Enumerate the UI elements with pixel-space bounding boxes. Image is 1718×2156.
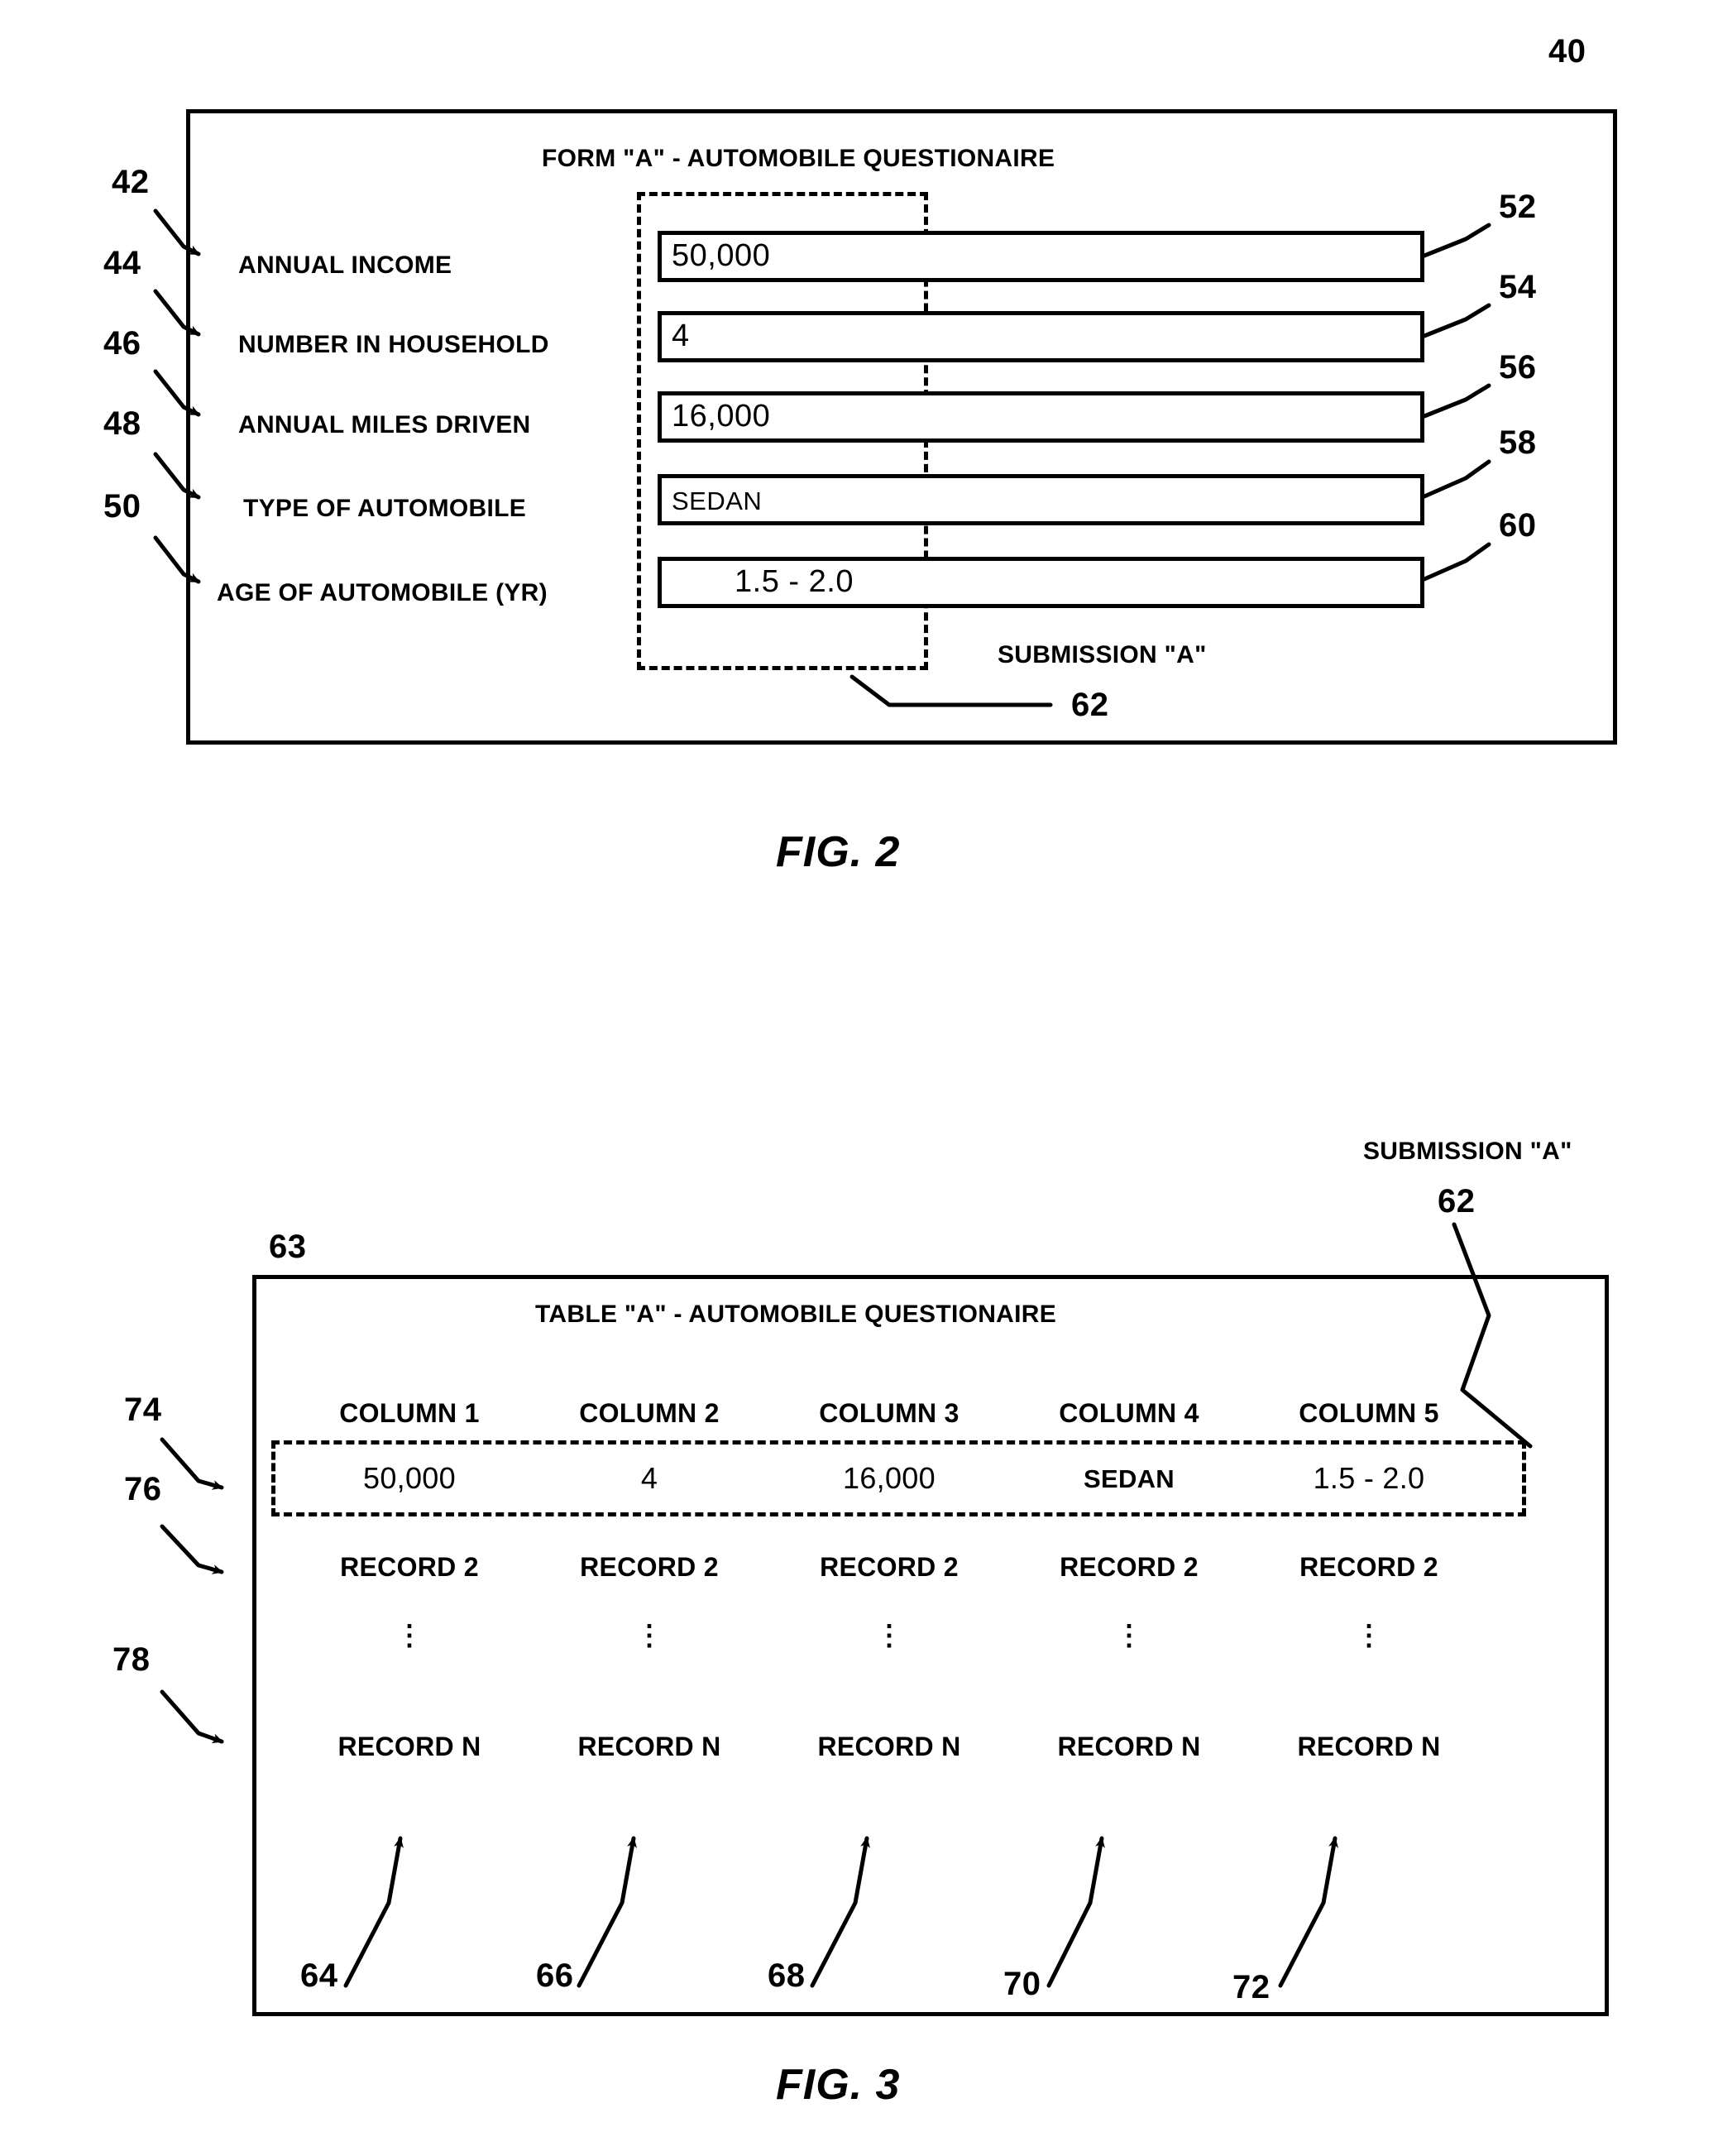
leader-78 — [160, 1689, 224, 1744]
table-ellipsis: ⋮ — [395, 1620, 424, 1651]
patent-figure-sheet: 40 FORM "A" - AUTOMOBILE QUESTIONAIRE AN… — [0, 0, 1718, 2156]
table-cell: 4 — [640, 1461, 658, 1495]
table-cell: RECORD 2 — [1299, 1552, 1438, 1582]
reference-numeral-52: 52 — [1499, 189, 1537, 225]
table-cell: RECORD N — [817, 1732, 961, 1761]
reference-numeral-48: 48 — [103, 405, 141, 442]
figure-3-caption: FIG. 3 — [776, 2061, 901, 2109]
table-cell: 1.5 - 2.0 — [1313, 1461, 1425, 1495]
reference-numeral-64: 64 — [300, 1957, 338, 1994]
leader-76 — [160, 1524, 224, 1574]
table-column-header: COLUMN 3 — [819, 1398, 959, 1428]
form-field-value-type-of-automobile: SEDAN — [672, 486, 763, 515]
table-cell: SEDAN — [1083, 1464, 1175, 1493]
reference-numeral-78: 78 — [112, 1641, 151, 1678]
form-field-value-annual-miles-driven: 16,000 — [672, 399, 771, 434]
fig3-submission-label: SUBMISSION "A" — [1363, 1138, 1572, 1165]
reference-numeral-50: 50 — [103, 488, 141, 525]
form-row-label-annual-miles-driven: ANNUAL MILES DRIVEN — [238, 411, 531, 438]
table-column-header: COLUMN 1 — [339, 1398, 480, 1428]
table-cell: RECORD N — [337, 1732, 481, 1761]
form-row-label-type-of-automobile: TYPE OF AUTOMOBILE — [243, 495, 527, 522]
reference-numeral-44: 44 — [103, 245, 141, 281]
form-row-label-age-of-automobile: AGE OF AUTOMOBILE (YR) — [217, 579, 548, 606]
reference-numeral-60: 60 — [1499, 507, 1537, 544]
reference-numeral-46: 46 — [103, 325, 141, 362]
fig2-reference-numeral-62: 62 — [1071, 687, 1109, 723]
reference-numeral-58: 58 — [1499, 424, 1537, 461]
table-ellipsis: ⋮ — [1115, 1620, 1143, 1651]
reference-numeral-68: 68 — [768, 1957, 806, 1994]
table-title: TABLE "A" - AUTOMOBILE QUESTIONAIRE — [535, 1301, 1057, 1328]
table-cell: 50,000 — [363, 1461, 456, 1495]
form-field-annual-miles-driven[interactable] — [658, 391, 1424, 443]
form-row-label-annual-income: ANNUAL INCOME — [238, 252, 452, 279]
table-cell: 16,000 — [843, 1461, 936, 1495]
figure-2-caption: FIG. 2 — [776, 828, 901, 876]
reference-numeral-70: 70 — [1003, 1966, 1041, 2002]
table-cell: RECORD 2 — [820, 1552, 959, 1582]
form-field-value-annual-income: 50,000 — [672, 238, 771, 273]
table-column-header: COLUMN 5 — [1299, 1398, 1439, 1428]
table-ellipsis: ⋮ — [635, 1620, 663, 1651]
fig2-submission-label: SUBMISSION "A" — [998, 641, 1207, 668]
table-ellipsis: ⋮ — [1355, 1620, 1383, 1651]
reference-numeral-56: 56 — [1499, 349, 1537, 386]
table-ellipsis: ⋮ — [875, 1620, 903, 1651]
form-field-annual-income[interactable] — [658, 231, 1424, 282]
reference-numeral-72: 72 — [1232, 1969, 1271, 2005]
form-row-label-number-in-household: NUMBER IN HOUSEHOLD — [238, 331, 549, 358]
form-field-value-age-of-automobile: 1.5 - 2.0 — [735, 564, 854, 599]
fig3-reference-numeral-62: 62 — [1438, 1183, 1476, 1219]
form-field-type-of-automobile[interactable] — [658, 474, 1424, 525]
reference-numeral-74: 74 — [124, 1392, 162, 1428]
reference-numeral-63: 63 — [269, 1229, 307, 1265]
reference-numeral-54: 54 — [1499, 269, 1537, 305]
table-cell: RECORD N — [1297, 1732, 1441, 1761]
form-title: FORM "A" - AUTOMOBILE QUESTIONAIRE — [542, 145, 1055, 172]
form-field-value-number-in-household: 4 — [672, 319, 690, 353]
table-cell: RECORD 2 — [340, 1552, 479, 1582]
table-cell: RECORD N — [577, 1732, 721, 1761]
table-column-header: COLUMN 2 — [579, 1398, 720, 1428]
reference-numeral-66: 66 — [536, 1957, 574, 1994]
table-cell: RECORD 2 — [1060, 1552, 1199, 1582]
table-column-header: COLUMN 4 — [1059, 1398, 1199, 1428]
form-field-number-in-household[interactable] — [658, 311, 1424, 362]
table-cell: RECORD N — [1057, 1732, 1201, 1761]
leader-74 — [160, 1437, 224, 1490]
table-cell: RECORD 2 — [580, 1552, 719, 1582]
reference-numeral-42: 42 — [112, 164, 150, 200]
reference-numeral-40: 40 — [1548, 33, 1586, 69]
reference-numeral-76: 76 — [124, 1471, 162, 1507]
